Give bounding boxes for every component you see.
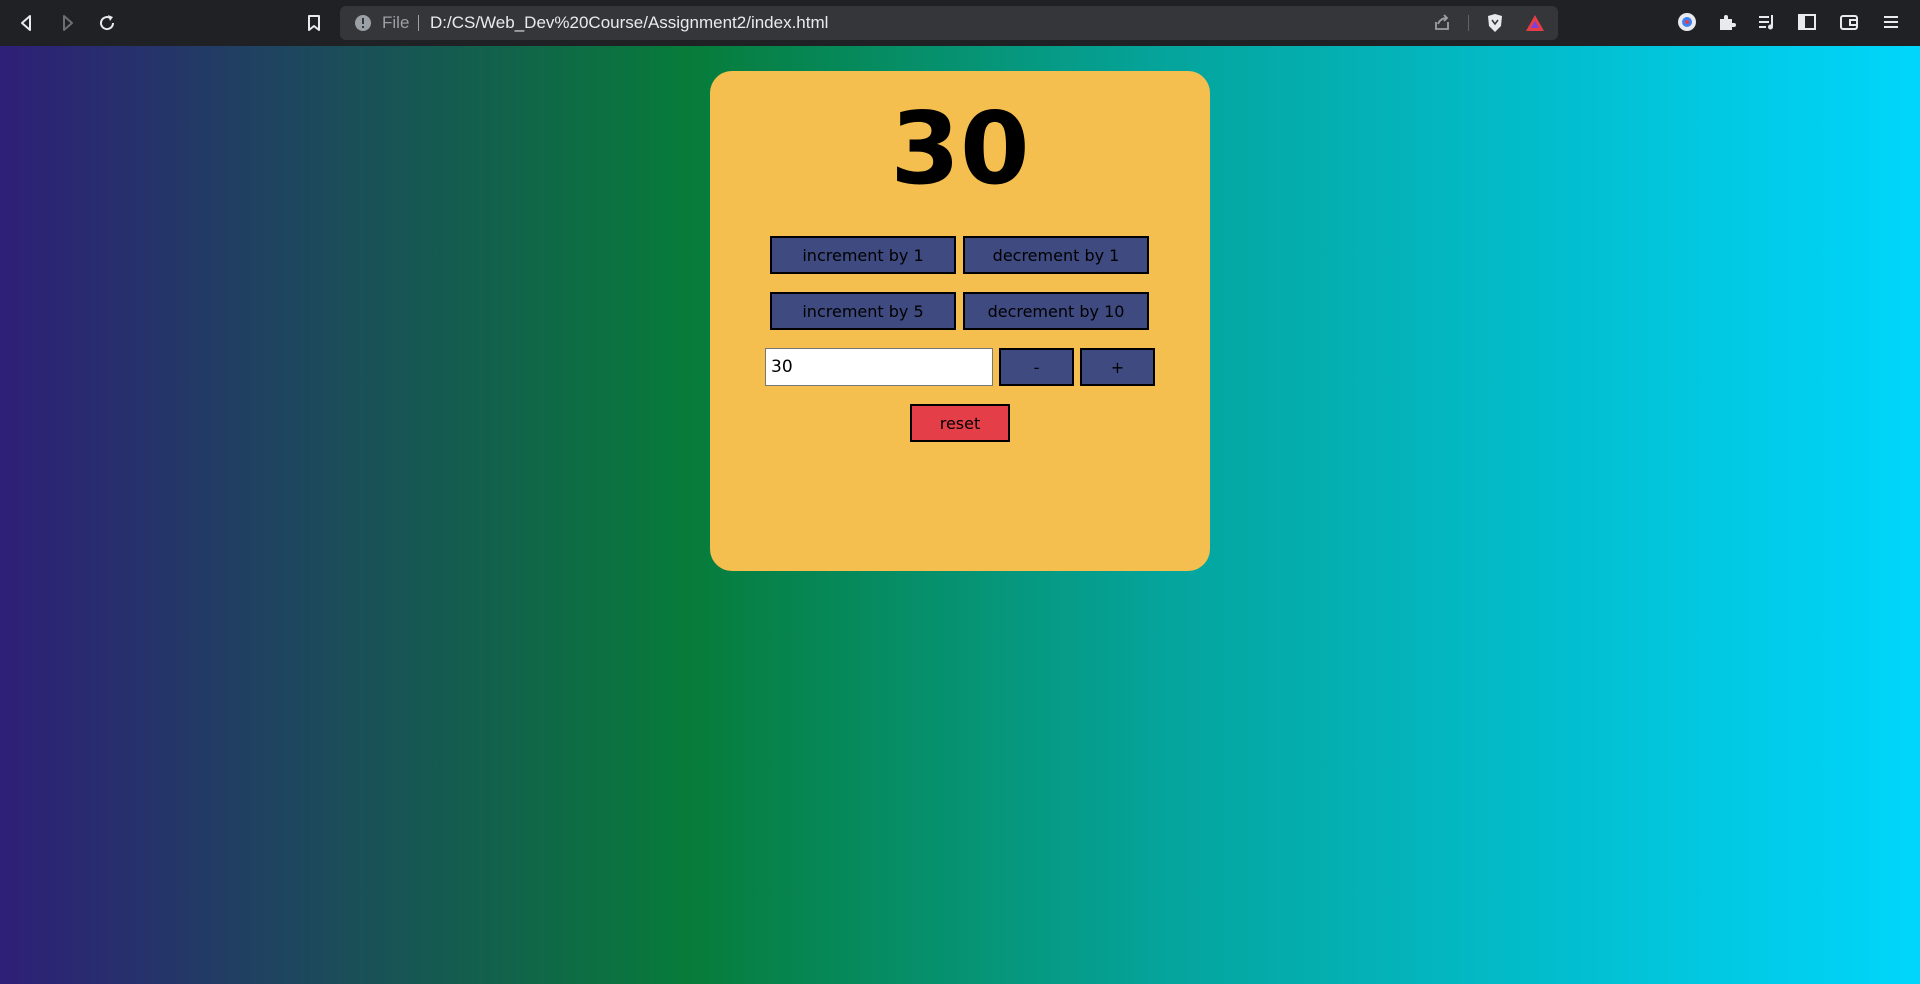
plus-button[interactable]: + (1080, 348, 1155, 386)
increment-by-1-button[interactable]: increment by 1 (770, 236, 956, 274)
minus-button[interactable]: - (999, 348, 1074, 386)
menu-icon[interactable] (1880, 11, 1902, 33)
playlist-icon[interactable] (1756, 11, 1778, 33)
bookmark-icon[interactable] (300, 9, 328, 37)
url-scheme-label: File (382, 13, 410, 32)
back-icon[interactable] (13, 9, 41, 37)
wallet-icon[interactable] (1838, 11, 1860, 33)
info-icon[interactable] (354, 14, 372, 32)
extension-icon[interactable] (1676, 11, 1698, 33)
url-divider-2 (1468, 15, 1469, 31)
amount-input[interactable] (765, 348, 993, 386)
url-text[interactable]: D:/CS/Web_Dev%20Course/Assignment2/index… (430, 6, 828, 40)
decrement-by-1-button[interactable]: decrement by 1 (963, 236, 1149, 274)
share-icon[interactable] (1432, 13, 1452, 33)
brave-rewards-icon[interactable] (1524, 12, 1546, 34)
address-bar[interactable]: File D:/CS/Web_Dev%20Course/Assignment2/… (340, 6, 1558, 40)
reset-button[interactable]: reset (910, 404, 1010, 442)
browser-toolbar: File D:/CS/Web_Dev%20Course/Assignment2/… (0, 0, 1920, 46)
page-background: 30 increment by 1 decrement by 1 increme… (0, 46, 1920, 984)
counter-card: 30 increment by 1 decrement by 1 increme… (710, 71, 1210, 571)
puzzle-icon[interactable] (1716, 11, 1738, 33)
url-divider (418, 15, 419, 31)
increment-by-5-button[interactable]: increment by 5 (770, 292, 956, 330)
sidebar-icon[interactable] (1796, 11, 1818, 33)
brave-shields-icon[interactable] (1484, 12, 1506, 34)
decrement-by-10-button[interactable]: decrement by 10 (963, 292, 1149, 330)
counter-value: 30 (890, 90, 1030, 207)
forward-icon[interactable] (53, 9, 81, 37)
reload-icon[interactable] (93, 9, 121, 37)
